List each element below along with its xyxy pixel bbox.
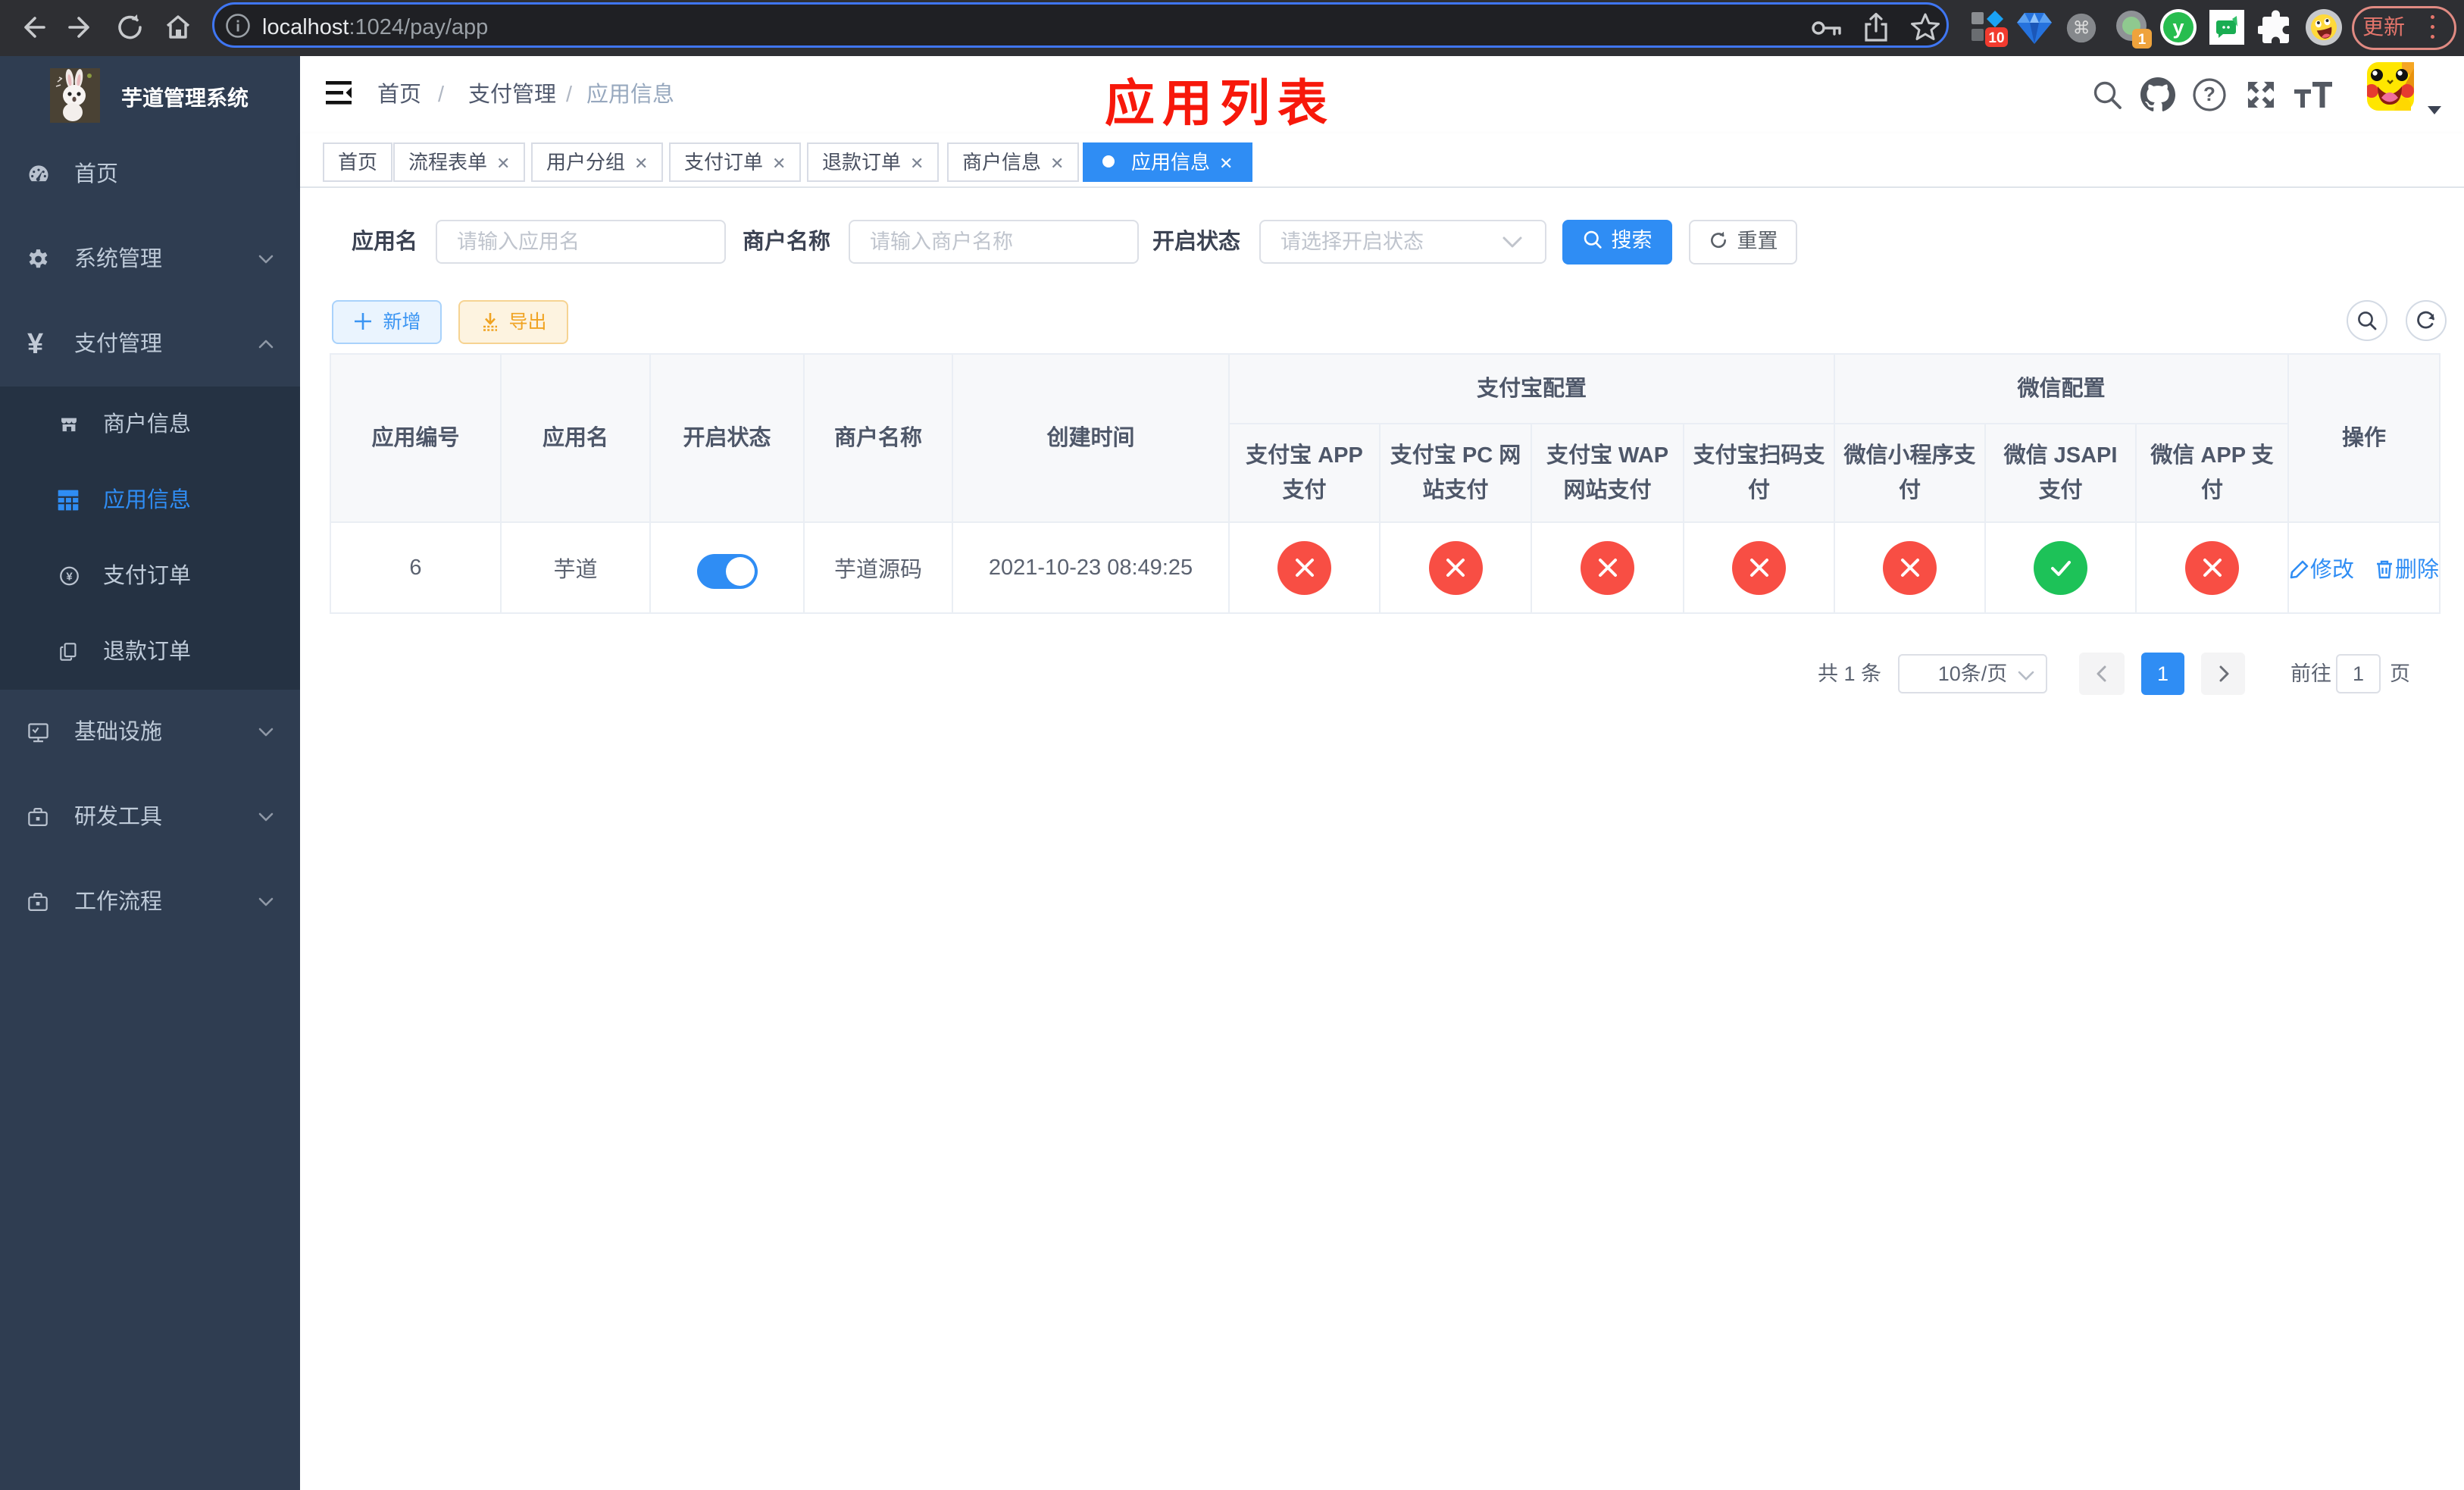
- svg-text:1: 1: [2138, 32, 2147, 48]
- svg-text:y: y: [2172, 16, 2184, 39]
- svg-text:?: ?: [2203, 83, 2215, 105]
- svg-text:¥: ¥: [66, 570, 73, 583]
- svg-text:⌘: ⌘: [2073, 17, 2090, 37]
- svg-text:10: 10: [1988, 30, 2004, 46]
